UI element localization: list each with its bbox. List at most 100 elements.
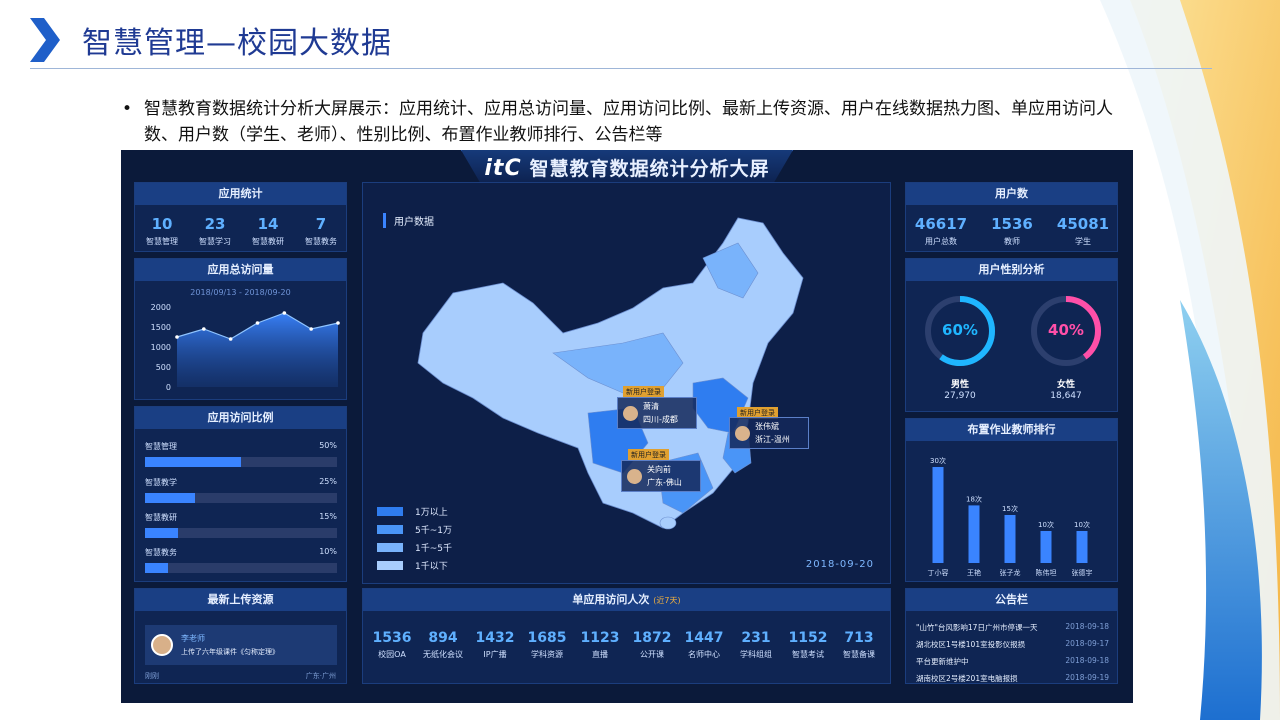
bullet-text: 智慧教育数据统计分析大屏展示：应用统计、应用总访问量、应用访问比例、最新上传资源… bbox=[144, 99, 1113, 145]
rank-bar bbox=[968, 505, 980, 563]
bar-value-label: 18次 bbox=[966, 494, 982, 503]
notice-title: 公告栏 bbox=[906, 589, 1117, 611]
y-tick-label: 1500 bbox=[151, 323, 171, 332]
single-app-item: 1432 IP广播 bbox=[475, 630, 515, 659]
notice-item[interactable]: 湖北校区1号楼101室投影仪报损 2018-09-17 bbox=[916, 639, 1109, 650]
data-point bbox=[175, 335, 179, 339]
latest-upload-panel: 最新上传资源 李老师 上传了六年级课件《匀称定理》 刚刚 广东·广州 bbox=[134, 588, 347, 684]
female-count: 18,647 bbox=[1050, 391, 1082, 401]
gender-title: 用户性别分析 bbox=[906, 259, 1117, 281]
map-legend-item: 5千~1万 bbox=[377, 523, 452, 536]
app-stat-item: 14 智慧教研 bbox=[252, 215, 284, 246]
ratio-row: 智慧教研 15% bbox=[145, 512, 337, 538]
notice-item[interactable]: 平台更新维护中 2018-09-18 bbox=[916, 656, 1109, 667]
upload-desc: 上传了六年级课件《匀称定理》 bbox=[181, 648, 279, 656]
upload-time: 刚刚 bbox=[145, 672, 159, 680]
homework-rank-title: 布置作业教师排行 bbox=[906, 419, 1117, 441]
screen-title-text: 智慧教育数据统计分析大屏 bbox=[529, 158, 770, 180]
visit-ratio-title: 应用访问比例 bbox=[135, 407, 346, 429]
rank-bar bbox=[1076, 531, 1088, 563]
gender-panel: 用户性别分析 60% 男性 27,970 40% 女性 18,647 bbox=[905, 258, 1118, 412]
y-tick-label: 0 bbox=[166, 383, 171, 392]
upload-user: 李老师 bbox=[181, 634, 205, 643]
app-stat-item: 10 智慧管理 bbox=[146, 215, 178, 246]
bar-category-label: 张德宇 bbox=[1072, 568, 1093, 577]
y-tick-label: 500 bbox=[156, 363, 171, 372]
bullet-point: • 智慧教育数据统计分析大屏展示：应用统计、应用总访问量、应用访问比例、最新上传… bbox=[122, 96, 1132, 148]
bar-value-label: 15次 bbox=[1002, 504, 1018, 513]
ratio-fill bbox=[145, 528, 178, 538]
ratio-row: 智慧教务 10% bbox=[145, 547, 337, 573]
female-pct: 40% bbox=[1048, 321, 1084, 339]
y-tick-label: 1000 bbox=[151, 343, 171, 352]
ratio-fill bbox=[145, 563, 169, 573]
app-stats-title: 应用统计 bbox=[135, 183, 346, 205]
map-pin[interactable]: 张伟斌 浙江-温州 bbox=[729, 417, 809, 449]
homework-rank-panel: 布置作业教师排行 30次 丁小容 18次 王艳 15次 张子龙 10次 陈伟坦 10次 张德宇 bbox=[905, 418, 1118, 582]
app-stat-item: 7 智慧教务 bbox=[305, 215, 337, 246]
user-count-item: 46617 用户总数 bbox=[914, 215, 968, 246]
map-pin[interactable]: 萧清 四川-成都 bbox=[617, 397, 697, 429]
single-app-item: 1685 学科资源 bbox=[527, 630, 567, 659]
single-app-item: 1123 直播 bbox=[580, 630, 620, 659]
rank-bar bbox=[932, 467, 944, 563]
bar-category-label: 丁小容 bbox=[928, 568, 949, 577]
arrow-logo-icon bbox=[30, 18, 60, 62]
data-point bbox=[202, 327, 206, 331]
title-divider bbox=[30, 68, 1212, 69]
map-panel: 用户数据 新用户登录 萧清 四川-成都 新用户登录 张伟斌 浙江-温州 新用户登录 … bbox=[362, 182, 891, 584]
total-visits-title: 应用总访问量 bbox=[135, 259, 346, 281]
ratio-row: 智慧管理 50% bbox=[145, 441, 337, 467]
map-pin[interactable]: 关向前 广东-佛山 bbox=[621, 460, 701, 492]
itc-logo: itC bbox=[484, 156, 522, 181]
bar-value-label: 30次 bbox=[930, 456, 946, 465]
male-count: 27,970 bbox=[944, 391, 976, 401]
avatar bbox=[627, 468, 642, 484]
app-stat-item: 23 智慧学习 bbox=[199, 215, 231, 246]
upload-card[interactable]: 李老师 上传了六年级课件《匀称定理》 bbox=[145, 625, 337, 665]
data-point bbox=[309, 327, 313, 331]
user-count-item: 45081 学生 bbox=[1056, 215, 1110, 246]
page-title: 智慧管理—校园大数据 bbox=[82, 26, 392, 61]
rank-bar-chart: 30次丁小容 18次王艳 15次张子龙 10次陈伟坦 10次张德宇 bbox=[928, 456, 1093, 577]
data-point bbox=[228, 337, 233, 341]
bullet-dot: • bbox=[122, 99, 133, 119]
avatar bbox=[151, 634, 173, 656]
ratio-fill bbox=[145, 493, 195, 503]
data-point bbox=[255, 321, 260, 325]
bar-value-label: 10次 bbox=[1038, 520, 1054, 529]
latest-upload-title: 最新上传资源 bbox=[135, 589, 346, 611]
dashboard-screen: itC 智慧教育数据统计分析大屏 应用统计 10 智慧管理 23 智慧学习 14 智慧教… bbox=[121, 150, 1133, 703]
slide-header: 智慧管理—校园大数据 bbox=[30, 18, 392, 62]
bar-category-label: 王艳 bbox=[967, 568, 981, 577]
y-tick-label: 2000 bbox=[151, 303, 171, 312]
notice-panel: 公告栏 "山竹"台风影响17日广州市停课一天 2018-09-18 湖北校区1号楼… bbox=[905, 588, 1118, 684]
ratio-fill bbox=[145, 457, 241, 467]
male-pct: 60% bbox=[942, 321, 978, 339]
avatar bbox=[735, 425, 750, 441]
screen-title: itC 智慧教育数据统计分析大屏 bbox=[121, 154, 1133, 181]
ratio-row: 智慧教学 25% bbox=[145, 477, 337, 503]
single-app-item: 1872 公开课 bbox=[632, 630, 672, 659]
notice-item[interactable]: 湖南校区2号楼201室电脑报损 2018-09-19 bbox=[916, 673, 1109, 684]
bar-category-label: 陈伟坦 bbox=[1036, 568, 1057, 577]
upload-place: 广东·广州 bbox=[305, 672, 336, 680]
avatar bbox=[623, 405, 638, 421]
single-app-item: 894 无纸化会议 bbox=[423, 630, 463, 659]
user-count-item: 1536 教师 bbox=[991, 215, 1033, 246]
map-legend-item: 1千以下 bbox=[377, 559, 448, 572]
visit-ratio-panel: 应用访问比例 智慧管理 50% 智慧教学 25% 智慧教研 15% 智慧教务 10% bbox=[134, 406, 347, 582]
user-count-title: 用户数 bbox=[906, 183, 1117, 205]
user-count-panel: 用户数 46617 用户总数 1536 教师 45081 学生 bbox=[905, 182, 1118, 252]
app-stats-panel: 应用统计 10 智慧管理 23 智慧学习 14 智慧教研 7 智慧教务 bbox=[134, 182, 347, 252]
single-app-item: 231 学科组组 bbox=[740, 630, 772, 659]
map-legend-item: 1千~5千 bbox=[377, 541, 452, 554]
notice-item[interactable]: "山竹"台风影响17日广州市停课一天 2018-09-18 bbox=[916, 622, 1109, 633]
data-point bbox=[282, 311, 287, 315]
data-point bbox=[336, 321, 340, 325]
area-chart: 2000 1500 1000 500 0 bbox=[151, 303, 340, 392]
single-app-item: 1447 名师中心 bbox=[684, 630, 724, 659]
single-app-title: 单应用访问人次 (近7天) bbox=[363, 589, 890, 611]
bar-value-label: 10次 bbox=[1074, 520, 1090, 529]
map-legend-item: 1万以上 bbox=[377, 505, 448, 518]
